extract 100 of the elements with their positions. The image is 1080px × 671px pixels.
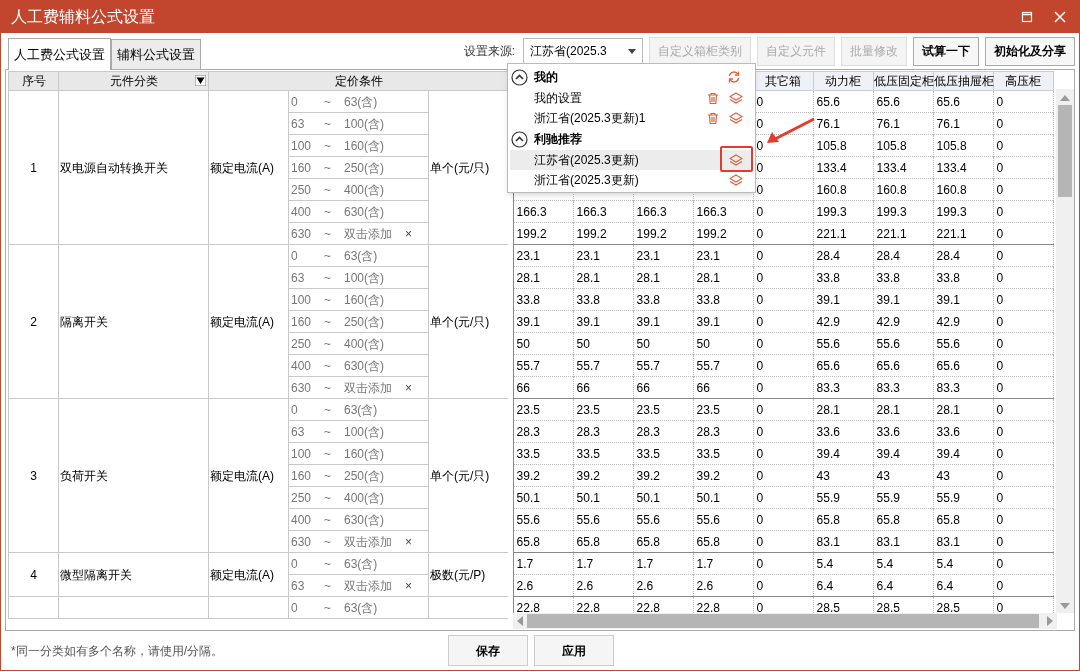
table-cell: 1.7 xyxy=(693,552,754,575)
toolbar-button[interactable]: 试算一下 xyxy=(913,36,979,66)
tab[interactable]: 辅料公式设置 xyxy=(111,39,201,69)
table-cell: 33.8 xyxy=(813,266,874,289)
range-from: 63 xyxy=(291,423,306,441)
table-cell: 3 xyxy=(8,398,59,553)
range-to: 400(含) xyxy=(344,335,385,353)
filter-icon[interactable] xyxy=(195,75,206,86)
table-cell: 39.1 xyxy=(813,288,874,311)
table-cell: 28.1 xyxy=(693,266,754,289)
dropdown-item[interactable]: 浙江省(2025.3更新)1 xyxy=(510,108,753,128)
range-to: 100(含) xyxy=(344,423,385,441)
trash-icon[interactable] xyxy=(707,92,719,104)
range-to: 双击添加 xyxy=(344,225,393,243)
table-cell: 2 xyxy=(8,244,59,399)
footer-button[interactable]: 应用 xyxy=(534,635,614,666)
table-cell: 105.8 xyxy=(933,134,994,157)
dropdown-item[interactable]: 我的设置 xyxy=(510,88,753,108)
collapse-icon[interactable] xyxy=(511,68,528,86)
scrollbar-thumb[interactable] xyxy=(526,614,1039,628)
table-cell: 39.2 xyxy=(513,464,574,487)
scroll-down-icon[interactable] xyxy=(1060,603,1070,609)
table-cell: 0 xyxy=(993,178,1054,201)
layers-icon[interactable] xyxy=(729,154,743,166)
table-cell: 199.3 xyxy=(933,200,994,223)
restore-icon[interactable] xyxy=(1021,11,1033,23)
table-cell: 55.6 xyxy=(813,332,874,355)
table-cell: 66 xyxy=(573,376,634,399)
table-cell: 105.8 xyxy=(813,134,874,157)
tab[interactable]: 人工费公式设置 xyxy=(8,38,111,70)
table-cell: 43 xyxy=(813,464,874,487)
table-cell: 0 xyxy=(753,574,814,597)
table-cell: 65.8 xyxy=(933,508,994,531)
table-cell: 5.4 xyxy=(873,552,934,575)
range-from: 100 xyxy=(291,137,313,155)
table-cell: 43 xyxy=(933,464,994,487)
table-cell: 0 xyxy=(753,266,814,289)
table-cell: 55.6 xyxy=(933,332,994,355)
table-cell: 0 xyxy=(753,244,814,267)
scroll-right-icon[interactable] xyxy=(1046,616,1053,626)
column-header: 低压固定柜 xyxy=(873,71,934,91)
range-from: 100 xyxy=(291,291,313,309)
range-separator: ~ xyxy=(324,467,332,485)
remove-button[interactable]: × xyxy=(405,532,412,551)
table-cell: 6.4 xyxy=(873,574,934,597)
scroll-left-icon[interactable] xyxy=(516,616,523,626)
toolbar-button[interactable]: 初始化及分享 xyxy=(985,36,1075,66)
remove-button[interactable]: × xyxy=(405,576,412,595)
table-cell: 55.7 xyxy=(513,354,574,377)
vertical-scrollbar[interactable] xyxy=(1056,89,1074,613)
range-from: 630 xyxy=(291,225,313,243)
table-cell: 39.1 xyxy=(513,310,574,333)
range-from: 400 xyxy=(291,203,313,221)
footer-button[interactable]: 保存 xyxy=(448,635,528,666)
table-cell: 28.1 xyxy=(873,398,934,421)
refresh-icon[interactable] xyxy=(727,70,741,84)
layers-icon[interactable] xyxy=(729,112,743,124)
table-cell: 2.6 xyxy=(513,574,574,597)
horizontal-scrollbar[interactable] xyxy=(512,613,1057,629)
table-cell: 0 xyxy=(993,244,1054,267)
remove-button[interactable]: × xyxy=(405,378,412,397)
source-dropdown[interactable]: 江苏省(2025.3 xyxy=(523,38,643,64)
table-cell: 0 xyxy=(753,332,814,355)
dropdown-item[interactable]: 浙江省(2025.3更新) xyxy=(510,170,753,190)
table-cell: 33.8 xyxy=(933,266,994,289)
table-cell: 55.9 xyxy=(813,486,874,509)
table-cell: 0 xyxy=(993,464,1054,487)
table-cell: 6.4 xyxy=(933,574,994,597)
table-cell: 221.1 xyxy=(873,222,934,245)
range-to: 250(含) xyxy=(344,313,385,331)
table-cell: 33.8 xyxy=(633,288,694,311)
dropdown-caret-icon xyxy=(628,48,636,54)
layers-icon[interactable] xyxy=(729,92,743,104)
table-cell: 33.5 xyxy=(693,442,754,465)
table-cell: 83.3 xyxy=(813,376,874,399)
table-cell: 23.1 xyxy=(573,244,634,267)
table-cell: 76.1 xyxy=(873,112,934,135)
table-cell: 65.8 xyxy=(813,508,874,531)
range-from: 0 xyxy=(291,247,299,265)
trash-icon[interactable] xyxy=(707,112,719,124)
dropdown-item[interactable]: 江苏省(2025.3更新) xyxy=(510,150,753,170)
range-to: 63(含) xyxy=(344,599,379,617)
table-cell: 166.3 xyxy=(513,200,574,223)
table-cell: 39.1 xyxy=(573,310,634,333)
table-cell: 166.3 xyxy=(573,200,634,223)
scroll-up-icon[interactable] xyxy=(1060,95,1070,101)
scrollbar-thumb[interactable] xyxy=(1058,105,1072,197)
table-cell: 83.1 xyxy=(933,530,994,553)
table-cell: 5.4 xyxy=(933,552,994,575)
layers-icon[interactable] xyxy=(729,174,743,186)
table-cell: 28.1 xyxy=(633,266,694,289)
section-title: 我的 xyxy=(534,69,558,86)
range-separator: ~ xyxy=(324,599,332,617)
table-cell: 33.5 xyxy=(633,442,694,465)
range-from: 250 xyxy=(291,181,313,199)
range-to: 630(含) xyxy=(344,203,385,221)
collapse-icon[interactable] xyxy=(511,130,528,148)
range-from: 630 xyxy=(291,533,313,551)
table-cell: 0 xyxy=(993,112,1054,135)
remove-button[interactable]: × xyxy=(405,224,412,243)
